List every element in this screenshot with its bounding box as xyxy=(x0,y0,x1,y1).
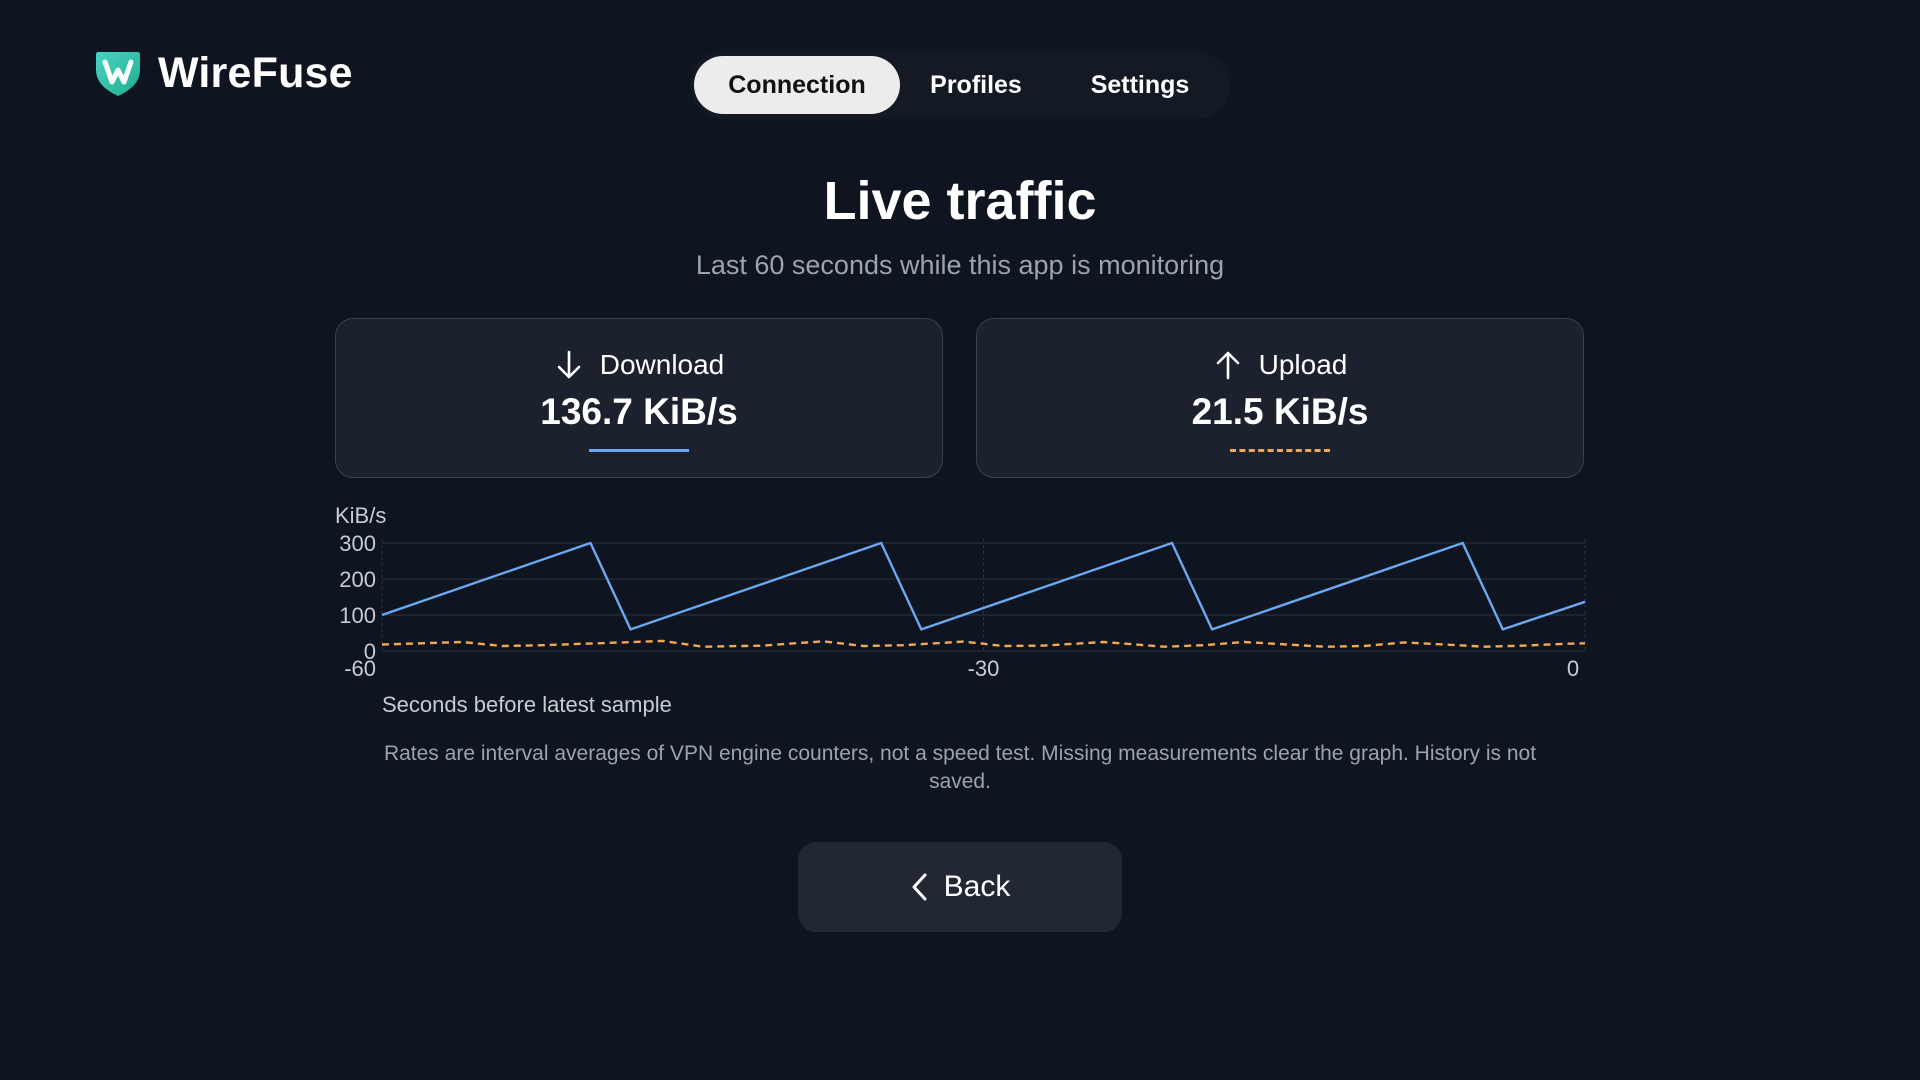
download-card-header: Download xyxy=(336,349,942,381)
back-button-label: Back xyxy=(943,870,1011,903)
y-tick-label: 200 xyxy=(339,567,376,592)
x-tick-label: -30 xyxy=(968,656,1000,681)
chevron-left-icon xyxy=(912,873,927,901)
y-axis-label: KiB/s xyxy=(335,503,386,528)
main-nav: Connection Profiles Settings xyxy=(690,51,1230,119)
download-card: Download 136.7 KiB/s xyxy=(335,318,943,478)
arrow-up-icon xyxy=(1216,351,1239,380)
download-series-line xyxy=(381,541,1586,631)
tab-connection[interactable]: Connection xyxy=(694,56,900,114)
upload-card-header: Upload xyxy=(977,349,1583,381)
download-label: Download xyxy=(599,349,725,380)
x-tick-label: -60 xyxy=(344,656,376,681)
traffic-chart-svg: 0100200300-60 -30 0 KiB/s Seconds before l… xyxy=(335,503,1586,717)
tab-profiles[interactable]: Profiles xyxy=(910,56,1042,114)
page-subtitle: Last 60 seconds while this app is monito… xyxy=(695,250,1225,280)
back-button[interactable]: Back xyxy=(798,842,1122,932)
upload-value: 21.5 KiB/s xyxy=(1191,391,1369,432)
x-axis-label: Seconds before latest sample xyxy=(382,692,672,717)
tab-settings[interactable]: Settings xyxy=(1070,56,1210,114)
upload-legend-swatch xyxy=(1230,449,1330,452)
traffic-chart: 0 100 200 300 -60 -30 0 KiB/s Seconds before l… xyxy=(320,495,1600,725)
download-value: 136.7 KiB/s xyxy=(540,391,738,432)
arrow-down-icon xyxy=(557,350,581,379)
y-tick-label: 300 xyxy=(339,531,376,556)
footnote: Rates are interval averages of VPN engin… xyxy=(383,742,1537,793)
page-title: Live traffic xyxy=(823,171,1097,231)
shield-logo-icon xyxy=(96,52,140,96)
app-name: WireFuse xyxy=(158,48,353,97)
app-window: WireFuse Connection Profiles Settings Li… xyxy=(0,0,1920,1080)
x-tick-label: 0 xyxy=(1567,656,1579,681)
brand: WireFuse xyxy=(94,48,353,98)
download-legend-swatch xyxy=(589,449,689,452)
upload-label: Upload xyxy=(1258,349,1348,380)
y-tick-label: 100 xyxy=(339,603,376,628)
upload-card: Upload 21.5 KiB/s xyxy=(976,318,1584,478)
